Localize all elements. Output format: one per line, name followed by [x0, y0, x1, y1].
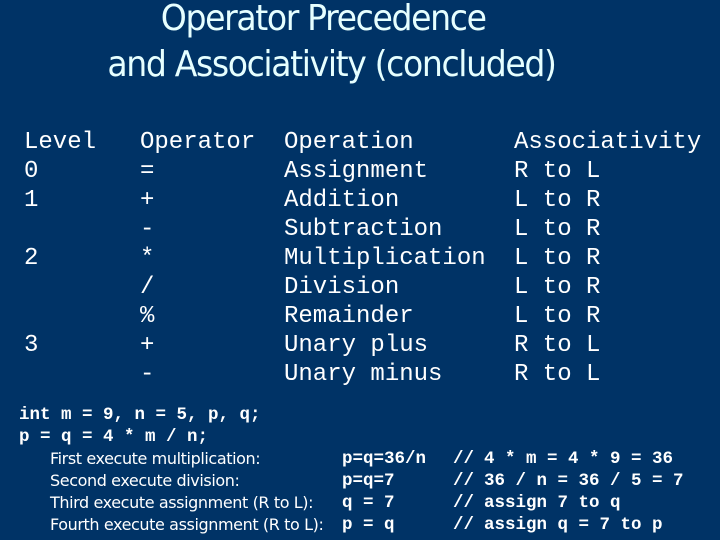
- cell-level: 2: [24, 245, 39, 272]
- cell-operator: /: [140, 274, 155, 301]
- step-expression: q = 7: [342, 493, 395, 513]
- step-expression: p=q=7: [342, 471, 395, 491]
- step-label: First execute multiplication:: [50, 449, 261, 468]
- slide-title-line-2: and Associativity (concluded): [107, 44, 557, 85]
- cell-operator: -: [140, 361, 155, 388]
- step-comment: 4 * m = 4 * 9 = 36: [484, 449, 674, 469]
- cell-associativity: L to R: [514, 245, 601, 272]
- cell-associativity: L to R: [514, 274, 601, 301]
- table-row: / Division L to R: [0, 273, 720, 302]
- step-expression: p = q: [342, 515, 395, 535]
- comment-marker: //: [453, 515, 475, 535]
- header-operation: Operation: [284, 129, 414, 156]
- cell-operator: =: [140, 158, 155, 185]
- cell-associativity: R to L: [514, 158, 601, 185]
- evaluation-step: Fourth execute assignment (R to L): p = …: [0, 514, 720, 536]
- precedence-table: Level Operator Operation Associativity 0…: [0, 128, 720, 389]
- step-label: Second execute division:: [50, 471, 240, 490]
- table-header-row: Level Operator Operation Associativity: [0, 128, 720, 157]
- step-expression: p=q=36/n: [342, 449, 427, 469]
- evaluation-step: Second execute division: p=q=7 // 36 / n…: [0, 470, 720, 492]
- cell-level: 0: [24, 158, 39, 185]
- cell-level: 3: [24, 332, 39, 359]
- cell-operator: +: [140, 187, 155, 214]
- cell-operator: *: [140, 245, 155, 272]
- cell-operation: Multiplication: [284, 245, 486, 272]
- code-declaration: int m = 9, n = 5, p, q;: [19, 405, 261, 425]
- evaluation-step: Third execute assignment (R to L): q = 7…: [0, 492, 720, 514]
- evaluation-step: First execute multiplication: p=q=36/n /…: [0, 448, 720, 470]
- cell-operator: %: [140, 303, 155, 330]
- cell-operator: -: [140, 216, 155, 243]
- step-comment: assign 7 to q: [484, 493, 621, 513]
- table-row: - Subtraction L to R: [0, 215, 720, 244]
- step-label: Third execute assignment (R to L):: [50, 493, 314, 512]
- cell-level: 1: [24, 187, 39, 214]
- table-row: % Remainder L to R: [0, 302, 720, 331]
- cell-associativity: R to L: [514, 332, 601, 359]
- cell-operation: Addition: [284, 187, 400, 214]
- cell-associativity: L to R: [514, 216, 601, 243]
- cell-operation: Division: [284, 274, 400, 301]
- cell-operation: Assignment: [284, 158, 429, 185]
- table-row: - Unary minus R to L: [0, 360, 720, 389]
- table-row: 2 * Multiplication L to R: [0, 244, 720, 273]
- comment-marker: //: [453, 493, 475, 513]
- table-row: 1 + Addition L to R: [0, 186, 720, 215]
- table-row: 3 + Unary plus R to L: [0, 331, 720, 360]
- table-row: 0 = Assignment R to L: [0, 157, 720, 186]
- step-comment: assign q = 7 to p: [484, 515, 663, 535]
- cell-operator: +: [140, 332, 155, 359]
- code-line-declaration: int m = 9, n = 5, p, q;: [0, 404, 720, 426]
- code-line-statement: p = q = 4 * m / n;: [0, 426, 720, 448]
- step-label: Fourth execute assignment (R to L):: [50, 515, 324, 534]
- header-operator: Operator: [140, 129, 256, 156]
- header-level: Level: [24, 129, 97, 156]
- slide-title: Operator Precedence and Associativity (c…: [29, 0, 691, 88]
- cell-associativity: R to L: [514, 361, 601, 388]
- header-associativity: Associativity: [514, 129, 702, 156]
- cell-operation: Unary minus: [284, 361, 443, 388]
- code-statement: p = q = 4 * m / n;: [19, 427, 209, 447]
- slide-title-line-1: Operator Precedence: [160, 0, 487, 39]
- comment-marker: //: [453, 471, 475, 491]
- cell-operation: Unary plus: [284, 332, 429, 359]
- cell-operation: Subtraction: [284, 216, 443, 243]
- cell-operation: Remainder: [284, 303, 414, 330]
- code-example: int m = 9, n = 5, p, q; p = q = 4 * m / …: [0, 404, 720, 536]
- step-comment: 36 / n = 36 / 5 = 7: [484, 471, 684, 491]
- comment-marker: //: [453, 449, 475, 469]
- cell-associativity: L to R: [514, 303, 601, 330]
- cell-associativity: L to R: [514, 187, 601, 214]
